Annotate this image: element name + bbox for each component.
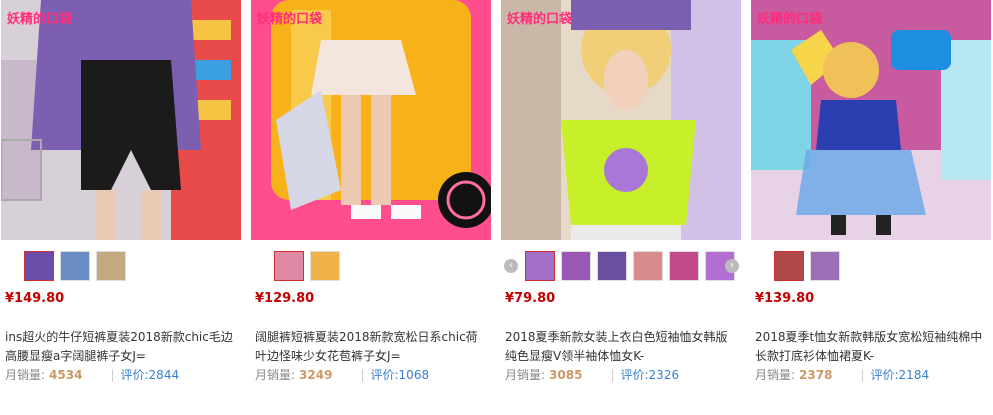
reviews-count[interactable]: 1068 [399, 368, 430, 382]
reviews-label[interactable]: 评价: [121, 368, 149, 382]
sales-count: 3085 [549, 368, 583, 382]
brand-logo: 妖精的口袋 [757, 12, 823, 27]
brand-logo: 妖精的口袋 [7, 12, 73, 27]
thumbnail-strip [525, 251, 735, 283]
chevron-right-icon[interactable]: › [725, 259, 739, 273]
product-photo[interactable]: 妖精的口袋 [1, 0, 241, 240]
thumbnail[interactable] [96, 251, 126, 281]
divider: | [110, 368, 115, 382]
sales-label: 月销量: [255, 368, 296, 382]
product-photo[interactable]: 妖精的口袋 [251, 0, 491, 240]
reviews-label[interactable]: 评价: [621, 368, 649, 382]
divider: | [610, 368, 615, 382]
sales-label: 月销量: [505, 368, 546, 382]
thumbnail[interactable] [774, 251, 804, 281]
brand-logo: 妖精的口袋 [257, 12, 323, 27]
photo-illustration [251, 0, 491, 240]
product-grid: 妖精的口袋 ¥149.80 ins超火的牛仔短裤夏装2018新款chic毛边高腰… [0, 0, 993, 415]
divider: | [860, 368, 865, 382]
reviews-count[interactable]: 2184 [899, 368, 930, 382]
product-stats: 月销量: 2378 | 评价:2184 [755, 366, 929, 383]
thumbnail[interactable] [669, 251, 699, 281]
sales-label: 月销量: [5, 368, 46, 382]
thumbnail-strip [274, 251, 340, 283]
sales-count: 2378 [799, 368, 833, 382]
thumbnail[interactable] [60, 251, 90, 281]
thumbnail[interactable] [597, 251, 627, 281]
photo-illustration [1, 0, 241, 240]
sales-count: 4534 [49, 368, 83, 382]
product-card[interactable]: 妖精的口袋 ¥139.80 2018夏季t恤女新款韩版女宽松短袖纯棉中长款打底衫… [751, 0, 992, 415]
thumbnail[interactable] [274, 251, 304, 281]
product-price: ¥139.80 [755, 291, 815, 306]
thumbnail[interactable] [810, 251, 840, 281]
thumbnail[interactable] [561, 251, 591, 281]
reviews-label[interactable]: 评价: [871, 368, 899, 382]
product-card[interactable]: 妖精的口袋 ¥149.80 ins超火的牛仔短裤夏装2018新款chic毛边高腰… [1, 0, 242, 415]
reviews-label[interactable]: 评价: [371, 368, 399, 382]
product-photo[interactable]: 妖精的口袋 [501, 0, 741, 240]
reviews-count[interactable]: 2326 [649, 368, 680, 382]
sales-label: 月销量: [755, 368, 796, 382]
product-price: ¥79.80 [505, 291, 556, 306]
sales-count: 3249 [299, 368, 333, 382]
product-title[interactable]: ins超火的牛仔短裤夏装2018新款chic毛边高腰显瘦a字阔腿裤子女J= [5, 328, 239, 366]
divider: | [360, 368, 365, 382]
thumbnail[interactable] [310, 251, 340, 281]
product-title[interactable]: 2018夏季新款女装上衣白色短袖恤女韩版纯色显瘦V领半袖体恤女K- [505, 328, 739, 366]
product-stats: 月销量: 3249 | 评价:1068 [255, 366, 429, 383]
thumbnail-strip [774, 251, 840, 283]
thumbnail[interactable] [633, 251, 663, 281]
brand-logo: 妖精的口袋 [507, 12, 573, 27]
product-card[interactable]: 妖精的口袋 ¥129.80 阔腿裤短裤夏装2018新款宽松日系chic荷叶边怪味… [251, 0, 492, 415]
thumbnail-strip [24, 251, 126, 283]
reviews-count[interactable]: 2844 [149, 368, 180, 382]
thumbnail[interactable] [525, 251, 555, 281]
product-photo[interactable]: 妖精的口袋 [751, 0, 991, 240]
product-price: ¥149.80 [5, 291, 65, 306]
product-title[interactable]: 阔腿裤短裤夏装2018新款宽松日系chic荷叶边怪味少女花苞裤子女J= [255, 328, 489, 366]
thumbnail[interactable] [24, 251, 54, 281]
product-card[interactable]: 妖精的口袋 ‹ › ¥79.80 2018夏季新款女装上衣白色短袖恤女韩版纯色显… [501, 0, 742, 415]
product-stats: 月销量: 4534 | 评价:2844 [5, 366, 179, 383]
product-stats: 月销量: 3085 | 评价:2326 [505, 366, 679, 383]
product-price: ¥129.80 [255, 291, 315, 306]
product-title[interactable]: 2018夏季t恤女新款韩版女宽松短袖纯棉中长款打底衫体恤裙夏K- [755, 328, 989, 366]
photo-illustration [501, 0, 741, 240]
chevron-left-icon[interactable]: ‹ [504, 259, 518, 273]
photo-illustration [751, 0, 991, 240]
